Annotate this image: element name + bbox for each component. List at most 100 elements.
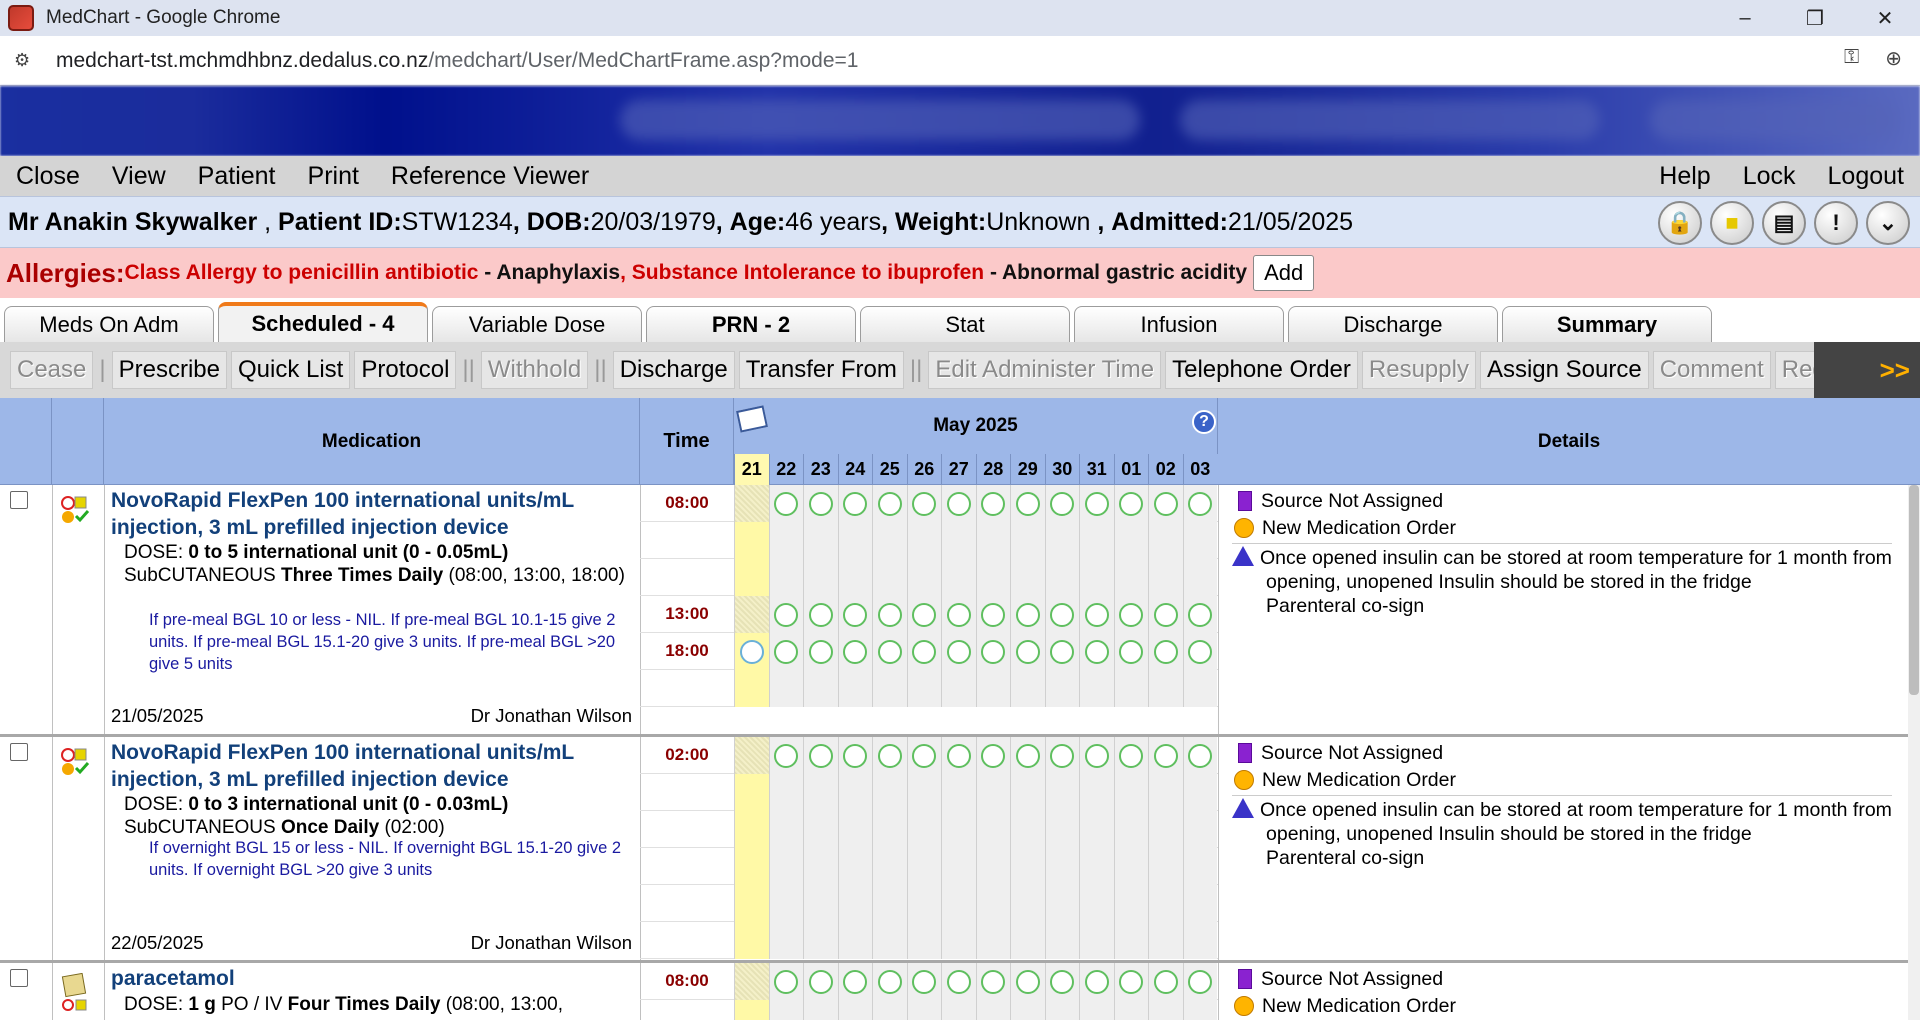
- address-bar[interactable]: ⚙ medchart-tst.mchmdhbnz.dedalus.co.nz/m…: [0, 36, 1920, 86]
- schedule-cell[interactable]: [1182, 1000, 1217, 1020]
- schedule-cell[interactable]: [1148, 922, 1183, 959]
- schedule-cell[interactable]: [1010, 596, 1045, 633]
- schedule-cell[interactable]: [768, 963, 803, 1000]
- dose-slot-circle[interactable]: [1188, 969, 1213, 994]
- schedule-cell[interactable]: [906, 559, 941, 596]
- row-checkbox[interactable]: [10, 743, 28, 761]
- schedule-cell[interactable]: [1113, 1000, 1148, 1020]
- schedule-cell[interactable]: [1010, 522, 1045, 559]
- help-icon[interactable]: ?: [1192, 410, 1216, 434]
- schedule-cell[interactable]: [1079, 848, 1114, 885]
- schedule-cell[interactable]: [975, 596, 1010, 633]
- dose-slot-circle[interactable]: [877, 743, 902, 768]
- scrollbar-thumb[interactable]: [1909, 485, 1919, 695]
- schedule-cell[interactable]: [768, 811, 803, 848]
- schedule-cell[interactable]: [941, 774, 976, 811]
- schedule-cell[interactable]: [837, 670, 872, 707]
- discharge-button[interactable]: Discharge: [612, 351, 735, 389]
- schedule-cell[interactable]: [1113, 963, 1148, 1000]
- schedule-cell[interactable]: [803, 885, 838, 922]
- assign-source-button[interactable]: Assign Source: [1479, 351, 1649, 389]
- dose-slot-circle[interactable]: [946, 491, 971, 516]
- schedule-cell[interactable]: [734, 848, 769, 885]
- schedule-cell[interactable]: [872, 633, 907, 670]
- schedule-cell[interactable]: [1079, 522, 1114, 559]
- schedule-cell[interactable]: [872, 774, 907, 811]
- schedule-cell[interactable]: [872, 559, 907, 596]
- dose-slot-circle[interactable]: [1153, 602, 1178, 627]
- schedule-cell[interactable]: [1182, 596, 1217, 633]
- dose-slot-circle[interactable]: [1050, 602, 1075, 627]
- site-info-icon[interactable]: ⚙: [14, 50, 38, 71]
- schedule-cell[interactable]: [906, 811, 941, 848]
- schedule-cell[interactable]: [941, 633, 976, 670]
- schedule-cell[interactable]: [803, 963, 838, 1000]
- schedule-cell[interactable]: [1148, 633, 1183, 670]
- schedule-cell[interactable]: [975, 522, 1010, 559]
- schedule-cell[interactable]: [1010, 848, 1045, 885]
- schedule-cell[interactable]: [941, 670, 976, 707]
- schedule-cell[interactable]: [1113, 633, 1148, 670]
- schedule-cell[interactable]: [906, 774, 941, 811]
- schedule-cell[interactable]: [872, 522, 907, 559]
- schedule-cell[interactable]: [1010, 485, 1045, 522]
- schedule-cell[interactable]: [1182, 485, 1217, 522]
- add-allergy-button[interactable]: Add: [1253, 255, 1315, 291]
- dose-slot-circle[interactable]: [946, 639, 971, 664]
- dose-slot-circle[interactable]: [1084, 639, 1109, 664]
- schedule-cell[interactable]: [1113, 922, 1148, 959]
- dose-slot-circle[interactable]: [1188, 639, 1213, 664]
- schedule-cell[interactable]: [1182, 811, 1217, 848]
- schedule-cell[interactable]: [837, 633, 872, 670]
- schedule-cell[interactable]: [1010, 559, 1045, 596]
- schedule-cell[interactable]: [1079, 774, 1114, 811]
- schedule-cell[interactable]: [941, 522, 976, 559]
- schedule-cell[interactable]: [1182, 670, 1217, 707]
- schedule-cell[interactable]: [734, 885, 769, 922]
- schedule-cell[interactable]: [768, 1000, 803, 1020]
- schedule-cell[interactable]: [1079, 485, 1114, 522]
- schedule-cell[interactable]: [906, 485, 941, 522]
- tab-stat[interactable]: Stat: [860, 306, 1070, 342]
- schedule-cell[interactable]: [975, 848, 1010, 885]
- dose-slot-circle[interactable]: [1084, 969, 1109, 994]
- menu-close[interactable]: Close: [0, 162, 96, 191]
- menu-logout[interactable]: Logout: [1812, 162, 1920, 191]
- menu-lock[interactable]: Lock: [1727, 162, 1812, 191]
- dose-slot-circle[interactable]: [774, 969, 799, 994]
- dose-slot-circle[interactable]: [981, 969, 1006, 994]
- schedule-cell[interactable]: [906, 522, 941, 559]
- schedule-cell[interactable]: [734, 522, 769, 559]
- dose-slot-circle[interactable]: [1050, 639, 1075, 664]
- dose-slot-circle[interactable]: [912, 969, 937, 994]
- schedule-cell[interactable]: [1148, 774, 1183, 811]
- schedule-cell[interactable]: [1044, 485, 1079, 522]
- schedule-cell[interactable]: [941, 737, 976, 774]
- schedule-cell[interactable]: [1010, 963, 1045, 1000]
- schedule-cell[interactable]: [837, 963, 872, 1000]
- schedule-cell[interactable]: [803, 774, 838, 811]
- schedule-cell[interactable]: [734, 1000, 769, 1020]
- dose-slot-circle[interactable]: [774, 639, 799, 664]
- schedule-cell[interactable]: [906, 670, 941, 707]
- tab-prn[interactable]: PRN - 2: [646, 306, 856, 342]
- dose-slot-circle[interactable]: [981, 639, 1006, 664]
- schedule-cell[interactable]: [1010, 774, 1045, 811]
- schedule-cell[interactable]: [906, 596, 941, 633]
- schedule-cell[interactable]: [1182, 885, 1217, 922]
- schedule-cell[interactable]: [768, 559, 803, 596]
- schedule-cell[interactable]: [975, 633, 1010, 670]
- schedule-cell[interactable]: [1113, 774, 1148, 811]
- schedule-cell[interactable]: [975, 963, 1010, 1000]
- schedule-cell[interactable]: [1148, 670, 1183, 707]
- dose-slot-circle[interactable]: [1119, 602, 1144, 627]
- dose-slot-circle[interactable]: [1153, 743, 1178, 768]
- dose-slot-circle[interactable]: [877, 491, 902, 516]
- dose-slot-circle[interactable]: [1084, 602, 1109, 627]
- schedule-cell[interactable]: [734, 670, 769, 707]
- schedule-cell[interactable]: [768, 848, 803, 885]
- schedule-cell[interactable]: [768, 485, 803, 522]
- schedule-cell[interactable]: [803, 848, 838, 885]
- schedule-cell[interactable]: [768, 774, 803, 811]
- dose-slot-circle[interactable]: [981, 491, 1006, 516]
